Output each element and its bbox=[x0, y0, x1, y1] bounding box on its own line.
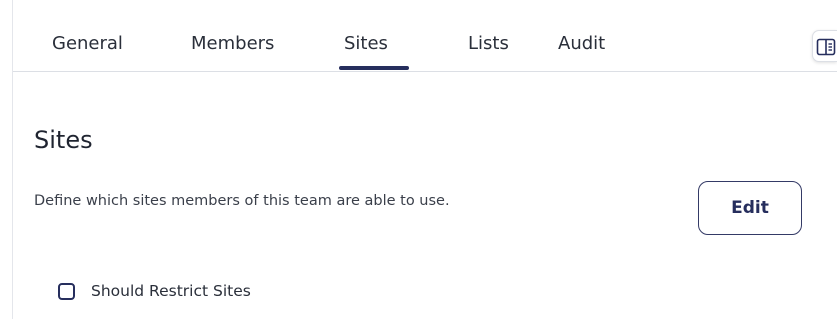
section-description: Define which sites members of this team … bbox=[34, 193, 450, 209]
panel-toggle-icon bbox=[816, 38, 836, 56]
restrict-sites-label: Should Restrict Sites bbox=[91, 282, 251, 300]
tab-members[interactable]: Members bbox=[191, 32, 274, 56]
edit-button[interactable]: Edit bbox=[698, 181, 802, 235]
page-title: Sites bbox=[34, 126, 93, 154]
tab-general[interactable]: General bbox=[52, 32, 123, 56]
restrict-sites-option[interactable]: Should Restrict Sites bbox=[58, 279, 251, 303]
side-panel-toggle-button[interactable] bbox=[812, 30, 837, 62]
tab-lists[interactable]: Lists bbox=[468, 32, 509, 56]
restrict-sites-checkbox[interactable] bbox=[58, 282, 75, 300]
tab-audit[interactable]: Audit bbox=[558, 32, 605, 56]
tab-sites[interactable]: Sites bbox=[344, 32, 388, 56]
active-tab-indicator bbox=[339, 66, 409, 70]
team-settings-page: General Members Sites Lists Audit Sites … bbox=[0, 0, 837, 319]
tab-bar: General Members Sites Lists Audit bbox=[13, 0, 837, 72]
